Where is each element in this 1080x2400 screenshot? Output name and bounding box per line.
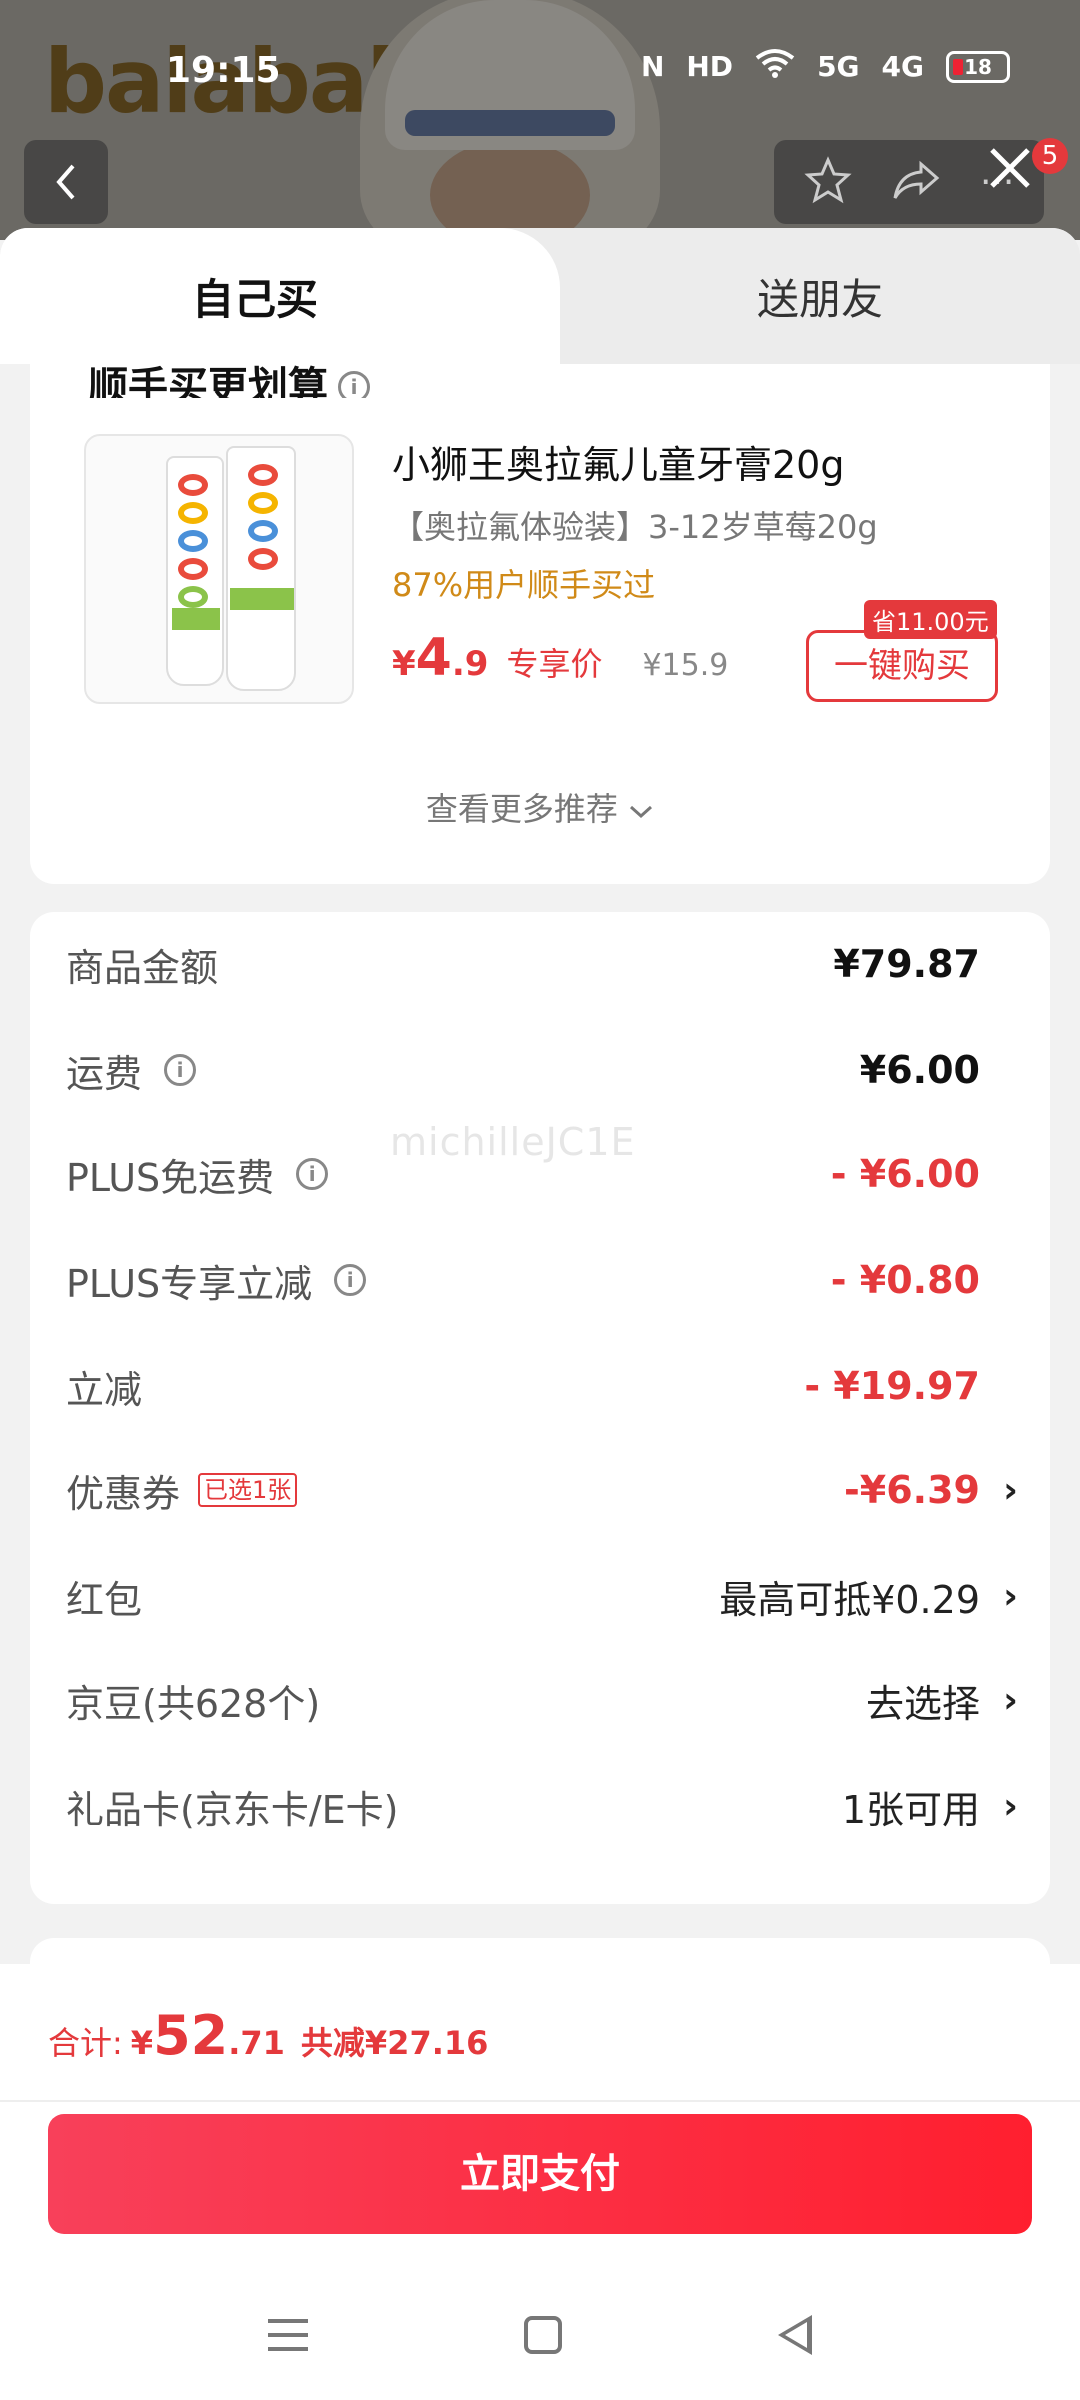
total-decimal: .71: [228, 2024, 285, 2062]
message-badge: 5: [1032, 138, 1068, 174]
fee-row-coupon[interactable]: 优惠券 已选1张 -¥6.39 ›: [66, 1450, 1046, 1530]
fee-row-plus-discount: PLUS专享立减 i - ¥0.80: [66, 1240, 1046, 1320]
product-title[interactable]: 小狮王奥拉氟儿童牙膏20g: [392, 434, 844, 489]
fee-row-red-packet[interactable]: 红包 最高可抵¥0.29 ›: [66, 1556, 1046, 1636]
fee-value: ¥6.00: [859, 1048, 980, 1092]
fee-value: 最高可抵¥0.29: [719, 1577, 980, 1622]
fee-value: 去选择: [865, 1681, 980, 1726]
fee-label: 礼品卡(京东卡/E卡): [66, 1787, 399, 1832]
fee-value: - ¥19.97: [804, 1364, 980, 1408]
total-integer: 52: [153, 2004, 229, 2067]
tab-buy-self[interactable]: 自己买: [0, 228, 560, 364]
social-proof: 87%用户顺手买过: [392, 566, 656, 604]
divider: [0, 2100, 1080, 2102]
total-label: 合计:: [48, 2024, 123, 2062]
total-row: 合计: ¥ 52 .71 共减¥27.16: [48, 2004, 488, 2067]
status-bar: 19:15 N HD 5G 4G 18: [0, 0, 1080, 140]
back-triangle-icon[interactable]: [778, 2315, 812, 2355]
fee-row-discount: 立减 - ¥19.97: [66, 1346, 1046, 1426]
close-icon: [990, 148, 1030, 188]
recommend-card: 顺手买更划算 i 小狮王奥拉氟儿童牙膏20g 【奥拉氟体验装】3-12岁草莓20g…: [30, 364, 1050, 884]
fee-value: -¥6.39: [844, 1468, 980, 1512]
fee-label: 商品金额: [66, 945, 219, 990]
pay-now-button[interactable]: 立即支付: [48, 2114, 1032, 2234]
price-integer: 4: [415, 628, 452, 688]
price-symbol: ¥: [392, 644, 416, 684]
home-icon[interactable]: [524, 2316, 562, 2354]
system-nav-bar: [0, 2270, 1080, 2400]
chevron-right-icon: ›: [1003, 1469, 1018, 1511]
fee-label: 优惠券: [66, 1471, 181, 1516]
coupon-selected-tag: 已选1张: [198, 1473, 298, 1507]
fee-value: - ¥0.80: [830, 1258, 980, 1302]
one-click-buy-button[interactable]: 一键购买: [806, 630, 998, 702]
fee-value: - ¥6.00: [830, 1152, 980, 1196]
toothpaste-tube-image: [226, 446, 296, 691]
save-badge: 省11.00元: [864, 600, 997, 639]
product-thumbnail[interactable]: [84, 434, 354, 704]
status-icons: N HD 5G 4G 18: [641, 48, 1010, 85]
purchase-tabs: 送朋友 自己买: [0, 228, 1080, 364]
star-icon: [804, 156, 852, 204]
info-icon[interactable]: i: [296, 1158, 329, 1190]
product-spec: 【奥拉氟体验装】3-12岁草莓20g: [392, 508, 878, 546]
info-icon[interactable]: i: [338, 371, 370, 398]
back-button[interactable]: [24, 140, 108, 224]
5g-signal-icon: 5G: [817, 50, 860, 83]
fee-label: 运费: [66, 1051, 143, 1096]
recommend-title: 顺手买更划算 i: [88, 358, 370, 398]
4g-signal-icon: 4G: [881, 50, 924, 83]
chevron-down-icon: [630, 805, 653, 819]
exclusive-price-tag: 专享价: [506, 645, 603, 683]
checkout-footer: 合计: ¥ 52 .71 共减¥27.16 立即支付: [0, 1964, 1080, 2400]
price-decimal: .9: [451, 644, 489, 684]
favorite-button[interactable]: [804, 156, 852, 208]
recommend-title-text: 顺手买更划算: [88, 364, 328, 398]
fee-label: PLUS免运费: [66, 1155, 275, 1200]
more-recommendations-link[interactable]: 查看更多推荐: [30, 784, 1050, 830]
price-row: ¥ 4 .9 专享价 ¥15.9: [392, 628, 728, 688]
share-icon: [893, 160, 940, 199]
fee-label: 立减: [66, 1367, 143, 1412]
fee-summary-card: 商品金额 ¥79.87 运费 i ¥6.00 PLUS免运费 i - ¥6.00 P…: [30, 912, 1050, 1904]
battery-icon: 18: [946, 50, 1010, 83]
fee-row-gift-card[interactable]: 礼品卡(京东卡/E卡) 1张可用 ›: [66, 1766, 1046, 1846]
fee-value: 1张可用: [841, 1787, 980, 1832]
info-icon[interactable]: i: [334, 1264, 367, 1296]
chevron-left-icon: [56, 164, 75, 200]
chevron-right-icon: ›: [1003, 1575, 1018, 1617]
total-symbol: ¥: [130, 2024, 154, 2062]
total-saved: 共减¥27.16: [300, 2024, 489, 2062]
checkout-sheet: 送朋友 自己买 顺手买更划算 i 小狮王奥拉氟儿童牙膏20g 【奥拉氟体验装】3-…: [0, 228, 1080, 2400]
fee-value: ¥79.87: [833, 942, 980, 986]
close-sheet-button[interactable]: [980, 138, 1040, 198]
toothpaste-box-image: [166, 456, 224, 686]
menu-icon[interactable]: [268, 2319, 308, 2351]
nfc-icon: N: [640, 50, 665, 83]
fee-label: 红包: [66, 1577, 143, 1622]
watermark: michilleJC1E: [390, 1120, 636, 1164]
wifi-icon: [755, 48, 795, 85]
fee-row-goods: 商品金额 ¥79.87: [66, 924, 1046, 1004]
fee-row-shipping: 运费 i ¥6.00: [66, 1030, 1046, 1110]
fee-label: 京豆(共628个): [66, 1681, 321, 1726]
fee-label: PLUS专享立减: [66, 1261, 313, 1306]
info-icon[interactable]: i: [164, 1054, 197, 1086]
fee-row-jingdou[interactable]: 京豆(共628个) 去选择 ›: [66, 1660, 1046, 1740]
more-recommendations-label: 查看更多推荐: [425, 790, 618, 828]
chevron-right-icon: ›: [1003, 1679, 1018, 1721]
share-button[interactable]: [891, 158, 941, 206]
status-time: 19:15: [166, 50, 281, 91]
tab-gift-friend[interactable]: 送朋友: [560, 228, 1080, 364]
chevron-right-icon: ›: [1003, 1785, 1018, 1827]
hd-icon: HD: [686, 50, 734, 83]
original-price: ¥15.9: [642, 648, 729, 683]
